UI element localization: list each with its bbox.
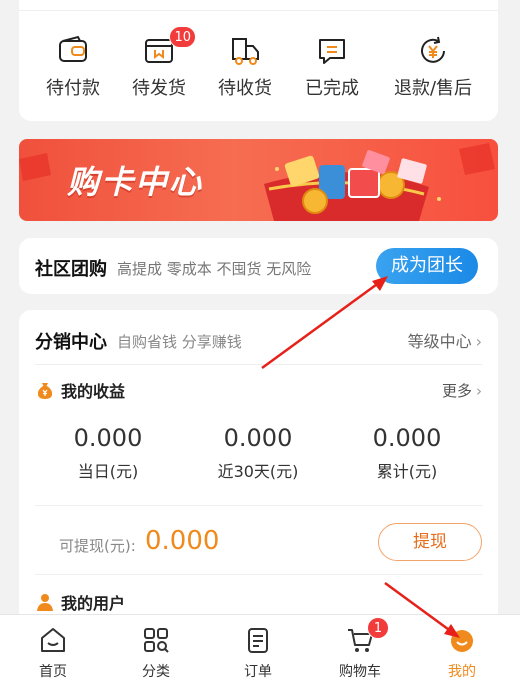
tab-home[interactable]: 首页 [8,625,98,681]
tab-cart[interactable]: 1 购物车 [315,617,405,681]
category-grid-icon [141,625,171,655]
tab-category[interactable]: 分类 [111,625,201,681]
order-label: 已完成 [305,78,359,99]
tab-label: 首页 [39,664,67,680]
level-center-link[interactable]: 等级中心 › [408,328,482,352]
truck-icon [228,34,262,68]
earnings-today: 0.000 当日(元) [38,424,178,482]
withdrawable-label: 可提现(元): [59,537,136,555]
become-leader-button[interactable]: 成为团长 [376,248,478,284]
gift-bag-illustration [19,143,495,221]
tab-label: 分类 [142,664,170,680]
order-pending-receipt[interactable]: 待收货 [200,34,290,100]
earnings-total: 0.000 累计(元) [337,424,477,482]
stat-value: 0.000 [372,424,442,452]
card-center-banner[interactable]: 购卡中心 [19,139,498,221]
chevron-right-icon: › [476,382,482,400]
order-label: 待收货 [218,78,272,99]
divider [35,574,482,575]
refund-yen-icon [416,34,450,68]
community-title: 社区团购 [35,259,107,280]
tab-label: 购物车 [339,664,381,680]
more-label: 更多 [441,382,472,400]
tab-label: 订单 [244,664,272,680]
order-count-badge: 10 [169,26,196,48]
cart-icon: 1 [345,617,389,655]
stat-value: 0.000 [73,424,143,452]
order-label: 待发货 [132,78,186,99]
withdrawable-amount: 0.000 [145,526,220,556]
divider [35,505,482,506]
stat-caption: 当日(元) [77,462,139,481]
community-group-buy-card: 社区团购 高提成 零成本 不囤货 无风险 成为团长 [19,238,498,294]
cart-count-badge: 1 [367,617,389,639]
earnings-header: 我的收益 [35,378,125,402]
stat-value: 0.000 [223,424,293,452]
profile-icon [447,625,477,655]
distribution-title: 分销中心 [35,332,107,353]
earnings-title: 我的收益 [61,382,126,401]
order-label: 退款/售后 [393,78,473,99]
divider [35,364,482,365]
tab-label: 我的 [448,664,476,680]
order-pending-payment[interactable]: 待付款 [28,34,118,100]
order-label: 待付款 [46,78,100,99]
level-center-label: 等级中心 [407,332,472,351]
stat-caption: 累计(元) [376,462,438,481]
order-list-icon [243,625,273,655]
order-status-card: 待付款 10 待发货 待收货 已完成 退款/售后 [19,0,498,121]
withdraw-button[interactable]: 提现 [378,523,482,561]
order-pending-shipment[interactable]: 10 待发货 [114,26,204,100]
tab-profile[interactable]: 我的 [417,625,507,681]
earnings-more-link[interactable]: 更多 › [442,380,482,401]
bottom-tab-bar: 首页 分类 订单 1 购物车 我的 [0,614,520,687]
package-icon: 10 [142,26,196,68]
chevron-right-icon: › [475,332,482,351]
stat-caption: 近30天(元) [217,462,299,481]
wallet-icon [56,34,90,68]
order-refund[interactable]: 退款/售后 [385,34,481,100]
earnings-30-days: 0.000 近30天(元) [188,424,328,482]
home-icon [38,625,68,655]
my-users-header[interactable]: 我的用户 [35,590,125,614]
divider [19,10,498,11]
distribution-subtitle: 自购省钱 分享赚钱 [117,333,242,351]
tab-orders[interactable]: 订单 [213,625,303,681]
message-list-icon [315,34,349,68]
my-users-title: 我的用户 [61,594,126,613]
user-icon [37,594,53,611]
money-bag-icon [37,383,53,399]
community-subtitle: 高提成 零成本 不囤货 无风险 [117,260,312,278]
order-completed[interactable]: 已完成 [287,34,377,100]
